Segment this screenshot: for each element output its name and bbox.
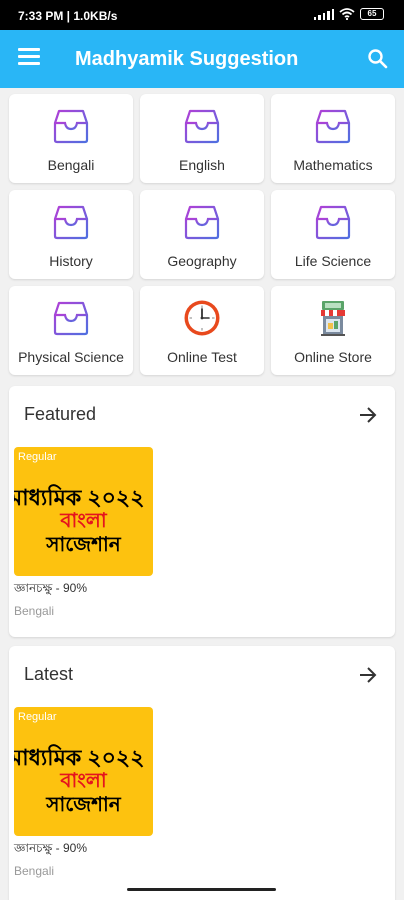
- subject-tile-life-science[interactable]: Life Science: [271, 190, 395, 279]
- product-category: Bengali: [14, 604, 55, 618]
- subject-label: Physical Science: [18, 349, 124, 365]
- arrow-right-icon[interactable]: [357, 404, 379, 426]
- hamburger-menu-icon[interactable]: [18, 48, 40, 70]
- inbox-tray-icon: [315, 205, 351, 240]
- regular-badge: Regular: [18, 711, 57, 723]
- status-icons: 65: [313, 8, 384, 20]
- subject-label: English: [179, 157, 225, 173]
- online-test-label: Online Test: [167, 349, 237, 365]
- section-title: Featured: [24, 404, 97, 424]
- inbox-tray-icon: [184, 109, 220, 144]
- product-card[interactable]: Regular মাধ্যমিক ২০২২ বাংলা সাজেশান জ্ঞা…: [14, 707, 154, 878]
- regular-badge: Regular: [18, 451, 57, 463]
- subject-tile-physical-science[interactable]: Physical Science: [9, 286, 133, 375]
- app-title: Madhyamik Suggestion: [75, 48, 299, 70]
- subject-grid: Bengali English Mathematics History Geog…: [9, 94, 395, 375]
- section-title: Latest: [24, 664, 74, 684]
- subject-tile-bengali[interactable]: Bengali: [9, 94, 133, 183]
- cover-line: সাজেশান: [46, 534, 121, 556]
- arrow-right-icon[interactable]: [357, 664, 379, 686]
- inbox-tray-icon: [53, 205, 89, 240]
- product-cover: Regular মাধ্যমিক ২০২২ বাংলা সাজেশান: [14, 447, 153, 576]
- subject-label: Bengali: [47, 157, 95, 173]
- product-card[interactable]: Regular মাধ্যমিক ২০২২ বাংলা সাজেশান জ্ঞা…: [14, 447, 154, 618]
- subject-tile-mathematics[interactable]: Mathematics: [271, 94, 395, 183]
- app-bar: Madhyamik Suggestion: [0, 30, 404, 88]
- subject-label: History: [49, 253, 93, 269]
- status-bar: 7:33 PM | 1.0KB/s 65: [0, 0, 404, 30]
- product-author: জ্ঞানচক্ষু - 90%: [14, 841, 88, 855]
- battery-icon: 65: [360, 8, 384, 20]
- status-time: 7:33 PM | 1.0KB/s: [18, 9, 118, 23]
- latest-section: Latest Regular মাধ্যমিক ২০২২ বাংলা সাজেশ…: [9, 646, 395, 900]
- subject-tile-geography[interactable]: Geography: [140, 190, 264, 279]
- subject-tile-english[interactable]: English: [140, 94, 264, 183]
- home-indicator[interactable]: [127, 888, 276, 891]
- product-category: Bengali: [14, 864, 55, 878]
- product-cover: Regular মাধ্যমিক ২০২২ বাংলা সাজেশান: [14, 707, 153, 836]
- subject-tile-history[interactable]: History: [9, 190, 133, 279]
- inbox-tray-icon: [53, 301, 89, 336]
- product-author: জ্ঞানচক্ষু - 90%: [14, 581, 88, 595]
- signal-icon: [313, 8, 334, 20]
- subject-label: Geography: [167, 253, 237, 269]
- wifi-icon: [339, 8, 355, 20]
- online-store-tile[interactable]: Online Store: [271, 286, 395, 375]
- inbox-tray-icon: [315, 109, 351, 144]
- inbox-tray-icon: [53, 109, 89, 144]
- subject-label: Mathematics: [293, 157, 373, 173]
- inbox-tray-icon: [184, 205, 220, 240]
- cover-line: সাজেশান: [46, 794, 121, 816]
- subject-label: Life Science: [294, 253, 372, 269]
- store-icon: [321, 301, 345, 336]
- clock-icon: [184, 300, 220, 336]
- online-store-label: Online Store: [294, 349, 372, 365]
- online-test-tile[interactable]: Online Test: [140, 286, 264, 375]
- featured-section: Featured Regular মাধ্যমিক ২০২২ বাংলা সাজ…: [9, 386, 395, 637]
- search-icon[interactable]: [366, 47, 390, 71]
